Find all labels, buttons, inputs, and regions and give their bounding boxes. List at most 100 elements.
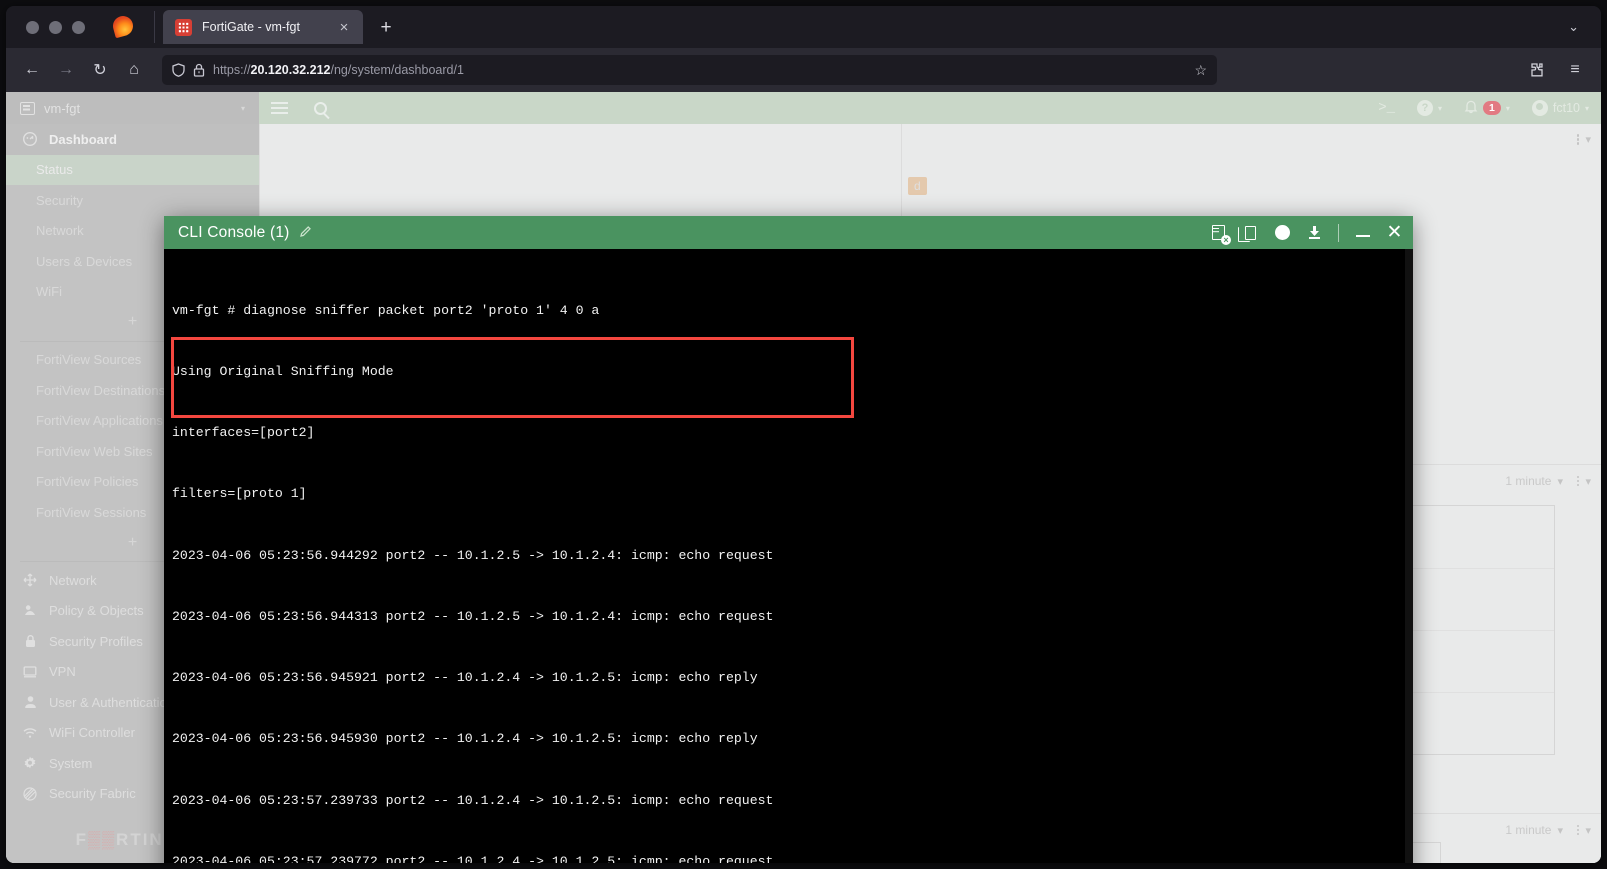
cli-console-titlebar[interactable]: CLI Console (1) × ✕ bbox=[164, 216, 1413, 249]
clear-console-icon[interactable] bbox=[1210, 224, 1227, 241]
tabstrip-divider bbox=[154, 11, 155, 43]
kebab-icon[interactable] bbox=[1576, 475, 1580, 487]
browser-navbar: ← → ↻ ⌂ https://20.120.32.212/ng/system/… bbox=[6, 48, 1601, 92]
url-text[interactable]: https://20.120.32.212/ng/system/dashboar… bbox=[213, 63, 464, 77]
download-icon[interactable] bbox=[1306, 224, 1323, 241]
cli-prompt-icon: >_ bbox=[1378, 100, 1395, 116]
app-menu-icon[interactable]: ≡ bbox=[1559, 54, 1591, 86]
browser-window: FortiGate - vm-fgt × + ⌄ ← → ↻ ⌂ https:/… bbox=[6, 6, 1601, 863]
avatar-icon bbox=[1531, 100, 1548, 116]
sidebar-item-label: Security Fabric bbox=[49, 786, 136, 802]
window-controls[interactable] bbox=[16, 20, 99, 34]
search-icon[interactable] bbox=[314, 101, 327, 115]
fortinet-logo-mark: ▒▒ bbox=[87, 830, 117, 849]
reload-button[interactable]: ↻ bbox=[84, 54, 116, 86]
chevron-down-icon[interactable]: ▾ bbox=[1585, 475, 1591, 488]
sidebar-item-label: Network bbox=[36, 223, 84, 239]
refresh-interval-label-2[interactable]: 1 minute bbox=[1505, 823, 1551, 837]
shield-icon[interactable] bbox=[172, 63, 185, 77]
sidebar-item-label: VPN bbox=[49, 664, 76, 680]
screenshot-root: FortiGate - vm-fgt × + ⌄ ← → ↻ ⌂ https:/… bbox=[0, 0, 1607, 869]
address-bar[interactable]: https://20.120.32.212/ng/system/dashboar… bbox=[162, 55, 1217, 85]
device-icon bbox=[20, 101, 35, 115]
kebab-icon[interactable] bbox=[1576, 134, 1580, 145]
pencil-icon[interactable] bbox=[299, 225, 312, 241]
sidebar-item-label: Status bbox=[36, 162, 73, 178]
window-close-button[interactable] bbox=[26, 20, 39, 34]
chevron-down-icon[interactable]: ▾ bbox=[241, 104, 245, 113]
sidebar-item-label: FortiView Applications bbox=[36, 413, 163, 429]
toolbar-divider bbox=[1338, 223, 1339, 242]
extensions-icon[interactable] bbox=[1521, 54, 1553, 86]
sidebar-item-label: FortiView Destinations bbox=[36, 382, 166, 398]
sidebar-item-label: User & Authentication bbox=[49, 694, 175, 710]
help-menu[interactable]: ? ▾ bbox=[1417, 100, 1442, 116]
chevron-down-icon[interactable]: ▾ bbox=[1557, 475, 1563, 488]
widget-menu-top-right[interactable]: ▾ bbox=[1576, 133, 1591, 146]
sidebar-item-label: FortiView Web Sites bbox=[36, 443, 153, 459]
minimize-icon[interactable] bbox=[1354, 224, 1371, 241]
insecure-lock-icon[interactable] bbox=[193, 63, 205, 77]
bookmark-star-icon[interactable]: ☆ bbox=[1194, 62, 1207, 79]
back-button[interactable]: ← bbox=[16, 54, 48, 86]
home-button[interactable]: ⌂ bbox=[118, 54, 150, 86]
refresh-interval-label[interactable]: 1 minute bbox=[1505, 474, 1551, 488]
topbar-right: >_ ? ▾ 1 ▾ fct10 ▾ bbox=[1378, 99, 1589, 117]
chevron-down-icon: ▾ bbox=[1438, 103, 1443, 113]
sidebar-item-dashboard[interactable]: Dashboard bbox=[6, 124, 259, 155]
url-path: /ng/system/dashboard/1 bbox=[330, 63, 464, 77]
sidebar-item-label: Dashboard bbox=[49, 131, 117, 147]
sidebar-item-security[interactable]: Security bbox=[6, 185, 259, 216]
terminal-line: 2023-04-06 05:23:56.944313 port2 -- 10.1… bbox=[172, 608, 774, 624]
policy-icon bbox=[22, 604, 38, 618]
close-icon[interactable]: ✕ bbox=[1386, 223, 1403, 242]
cli-console-output[interactable]: vm-fgt # diagnose sniffer packet port2 '… bbox=[164, 249, 1413, 863]
sidebar-item-label: WiFi Controller bbox=[49, 725, 135, 741]
chevron-down-icon: ▾ bbox=[1505, 103, 1510, 113]
copy-icon[interactable] bbox=[1242, 224, 1259, 241]
sidebar-item-label: Policy & Objects bbox=[49, 603, 144, 619]
record-icon[interactable] bbox=[1274, 224, 1291, 241]
window-minimize-button[interactable] bbox=[49, 20, 62, 34]
user-icon bbox=[22, 695, 38, 709]
forward-button[interactable]: → bbox=[50, 54, 82, 86]
terminal-line: 2023-04-06 05:23:56.945921 port2 -- 10.1… bbox=[172, 670, 758, 686]
sidebar-item-label: Security Profiles bbox=[49, 633, 143, 649]
help-icon: ? bbox=[1417, 100, 1433, 116]
terminal-line: vm-fgt # diagnose sniffer packet port2 '… bbox=[172, 302, 600, 318]
plus-icon: + bbox=[127, 533, 138, 551]
cli-scrollbar[interactable] bbox=[1405, 249, 1413, 863]
chevron-down-icon[interactable]: ⌄ bbox=[1568, 19, 1579, 34]
chevron-down-icon[interactable]: ▾ bbox=[1557, 824, 1563, 837]
sidebar-device-selector[interactable]: vm-fgt ▾ bbox=[6, 92, 259, 124]
sidebar-item-label: FortiView Sessions bbox=[36, 504, 147, 520]
topbar-left bbox=[271, 101, 327, 115]
cli-console-title: CLI Console (1) bbox=[178, 223, 290, 241]
kebab-icon[interactable] bbox=[1576, 824, 1580, 836]
notification-count-badge: 1 bbox=[1483, 101, 1501, 115]
fortigate-app: >_ ? ▾ 1 ▾ fct10 ▾ ▾ d 1 minute ▾ ▾ 1 mi… bbox=[6, 92, 1601, 863]
browser-tab-fortigate[interactable]: FortiGate - vm-fgt × bbox=[163, 10, 363, 44]
notifications-menu[interactable]: 1 ▾ bbox=[1464, 99, 1510, 117]
cli-console-dialog: CLI Console (1) × ✕ vm-fgt # diagnose sn… bbox=[164, 216, 1413, 863]
new-tab-button[interactable]: + bbox=[375, 16, 397, 38]
tab-list-region[interactable]: ⌄ bbox=[1568, 18, 1591, 36]
sidebar-item-status[interactable]: Status bbox=[6, 154, 259, 185]
cli-console-button[interactable]: >_ bbox=[1378, 100, 1395, 116]
menu-icon[interactable] bbox=[271, 102, 288, 114]
widget-menu-bottom-right[interactable]: 1 minute ▾ ▾ bbox=[1505, 474, 1591, 488]
url-protocol: https:// bbox=[213, 63, 251, 77]
widget-menu-footer-right[interactable]: 1 minute ▾ ▾ bbox=[1505, 823, 1591, 837]
window-maximize-button[interactable] bbox=[72, 20, 85, 34]
chevron-down-icon[interactable]: ▾ bbox=[1585, 824, 1591, 837]
tab-close-icon[interactable]: × bbox=[333, 16, 355, 38]
lock-icon bbox=[22, 634, 38, 648]
sidebar-item-label: Security bbox=[36, 192, 83, 208]
chevron-down-icon[interactable]: ▾ bbox=[1585, 133, 1591, 146]
terminal-line: filters=[proto 1] bbox=[172, 486, 307, 502]
widget-badge-label: d bbox=[908, 177, 927, 195]
user-menu[interactable]: fct10 ▾ bbox=[1531, 100, 1589, 116]
plus-icon: + bbox=[127, 313, 138, 331]
sidebar-item-label: FortiView Sources bbox=[36, 352, 142, 368]
fabric-icon bbox=[22, 787, 38, 801]
